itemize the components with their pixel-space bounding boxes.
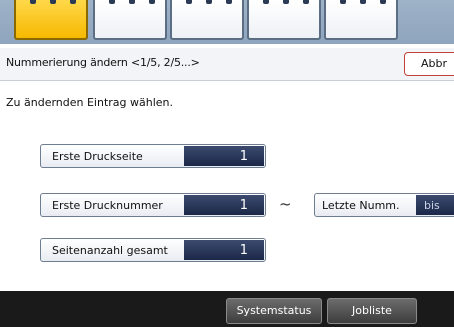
tab-dots-icon [95, 0, 165, 8]
first-print-page-label: Erste Druckseite [52, 150, 143, 163]
tab-strip [0, 0, 454, 44]
last-number-label: Letzte Numm. [322, 199, 400, 212]
tab-dots-icon [249, 0, 319, 8]
first-print-number-field[interactable]: Erste Drucknummer 1 [40, 193, 266, 217]
job-list-button[interactable]: Jobliste [327, 298, 417, 324]
total-pages-label: Seitenanzahl gesamt [52, 244, 168, 257]
total-pages-value: 1 [184, 240, 264, 260]
system-status-button[interactable]: Systemstatus [226, 298, 322, 324]
tab-3[interactable] [170, 0, 244, 40]
title-bar: Nummerierung ändern <1/5, 2/5...> Abbr [0, 48, 454, 81]
tab-5[interactable] [324, 0, 398, 40]
tab-dots-icon [16, 0, 86, 8]
tab-1[interactable] [14, 0, 88, 40]
total-pages-field[interactable]: Seitenanzahl gesamt 1 [40, 238, 266, 262]
tab-4[interactable] [247, 0, 321, 40]
first-print-page-field[interactable]: Erste Druckseite 1 [40, 144, 266, 168]
first-print-page-value: 1 [184, 146, 264, 166]
tab-dots-icon [326, 0, 396, 8]
bottom-bar: Systemstatus Jobliste [0, 291, 454, 327]
tab-dots-icon [172, 0, 242, 8]
last-number-field[interactable]: Letzte Numm. bis [314, 193, 454, 217]
page-title: Nummerierung ändern <1/5, 2/5...> [6, 56, 200, 69]
first-print-number-value: 1 [184, 195, 264, 215]
tab-2[interactable] [93, 0, 167, 40]
first-print-number-label: Erste Drucknummer [52, 199, 163, 212]
abort-button[interactable]: Abbr [404, 52, 454, 76]
last-number-value: bis [416, 195, 454, 215]
range-separator: ~ [279, 195, 292, 213]
instruction-text: Zu ändernden Eintrag wählen. [6, 96, 174, 109]
